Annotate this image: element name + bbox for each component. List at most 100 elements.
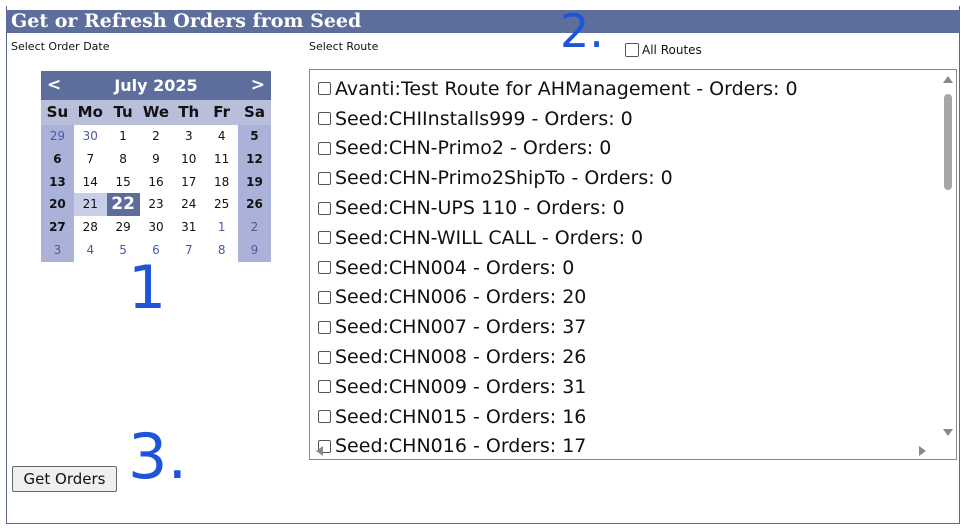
scroll-thumb[interactable] [944,94,952,190]
scroll-down-arrow-icon[interactable] [943,429,953,436]
route-list-item[interactable]: Avanti:Test Route for AHManagement - Ord… [318,74,933,104]
route-checkbox[interactable] [318,320,331,334]
route-label: Seed:CHN007 - Orders: 37 [335,316,587,339]
route-list-item[interactable]: Seed:CHN009 - Orders: 31 [318,372,933,402]
calendar-day[interactable]: 30 [74,125,107,148]
calendar-day[interactable]: 9 [140,148,173,171]
calendar-day[interactable]: 8 [107,148,140,171]
calendar-header: < July 2025 > [41,71,271,100]
route-label: Seed:CHN-WILL CALL - Orders: 0 [335,226,644,249]
calendar-day[interactable]: 26 [238,193,271,217]
route-list-item[interactable]: Seed:CHN-Primo2ShipTo - Orders: 0 [318,163,933,193]
annotation-1: 1 [128,253,167,323]
annotation-3: 3. [128,420,188,493]
calendar-day[interactable]: 24 [172,193,205,216]
calendar-day[interactable]: 21 [73,193,107,217]
route-list-vertical-scrollbar[interactable] [939,70,956,442]
route-label: Avanti:Test Route for AHManagement - Ord… [335,77,798,100]
scroll-up-arrow-icon[interactable] [943,76,953,83]
calendar-week-row: 27 28 29 30 31 1 2 [41,216,271,239]
calendar-day[interactable]: 18 [205,171,238,194]
calendar-day[interactable]: 7 [172,239,205,262]
calendar-day[interactable]: 25 [205,193,238,216]
calendar-day[interactable]: 4 [205,125,238,148]
calendar-day[interactable]: 10 [172,148,205,171]
route-checkbox[interactable] [318,171,331,185]
route-label: Seed:CHN-Primo2ShipTo - Orders: 0 [335,167,673,190]
calendar-day[interactable]: 23 [140,193,173,216]
calendar-day-selected[interactable]: 22 [106,193,140,217]
calendar-day[interactable]: 15 [107,171,140,194]
calendar-day[interactable]: 9 [238,238,271,262]
route-label: Seed:CHN015 - Orders: 16 [335,405,587,428]
route-list-item[interactable]: Seed:CHN-Primo2 - Orders: 0 [318,134,933,164]
calendar-day[interactable]: 2 [238,216,271,239]
route-checkbox[interactable] [318,231,331,245]
calendar-day[interactable]: 6 [41,147,74,171]
route-list-item[interactable]: Seed:CHN007 - Orders: 37 [318,312,933,342]
route-checkbox[interactable] [318,82,331,96]
route-label: Seed:CHN-Primo2 - Orders: 0 [335,137,612,160]
scroll-right-arrow-icon[interactable] [919,446,926,456]
route-label: Seed:CHN008 - Orders: 26 [335,346,587,369]
calendar-day[interactable]: 30 [140,216,173,239]
calendar-day[interactable]: 27 [41,216,74,239]
calendar-day[interactable]: 16 [140,171,173,194]
route-list-item[interactable]: Seed:CHN004 - Orders: 0 [318,253,933,283]
route-checkbox[interactable] [318,141,331,155]
calendar-day[interactable]: 12 [238,147,271,171]
calendar-day[interactable]: 28 [74,216,107,239]
calendar-day[interactable]: 14 [74,171,107,194]
all-routes-toggle[interactable]: All Routes [625,43,702,57]
route-list-item[interactable]: Seed:CHN-WILL CALL - Orders: 0 [318,223,933,253]
route-checkbox[interactable] [318,350,331,364]
calendar-day[interactable]: 3 [41,238,74,262]
calendar-month-title: July 2025 [114,76,198,95]
calendar-day[interactable]: 4 [74,239,107,262]
calendar-day[interactable]: 19 [238,170,271,194]
calendar-day[interactable]: 29 [107,216,140,239]
route-checkbox[interactable] [318,261,331,275]
weekday-header: Sa [244,103,265,121]
calendar-week-row: 13 14 15 16 17 18 19 [41,170,271,194]
calendar-day[interactable]: 11 [205,148,238,171]
route-label: Seed:CHN006 - Orders: 20 [335,286,587,309]
weekday-header: Tu [113,103,133,121]
calendar-day[interactable]: 7 [74,148,107,171]
route-listbox[interactable]: Avanti:Test Route for AHManagement - Ord… [309,69,957,460]
calendar-day[interactable]: 20 [41,193,74,217]
route-list-item[interactable]: Seed:CHN-UPS 110 - Orders: 0 [318,193,933,223]
calendar-day[interactable]: 1 [205,216,238,239]
route-list-item[interactable]: Seed:CHN015 - Orders: 16 [318,402,933,432]
scroll-left-arrow-icon[interactable] [316,446,323,456]
calendar-day[interactable]: 1 [107,125,140,148]
route-list-item[interactable]: Seed:CHN008 - Orders: 26 [318,342,933,372]
annotation-2: 2. [560,4,604,58]
get-orders-button[interactable]: Get Orders [12,466,117,492]
route-list-horizontal-scrollbar[interactable] [310,442,956,459]
all-routes-checkbox[interactable] [625,43,639,57]
route-list-item[interactable]: Seed:CHIInstalls999 - Orders: 0 [318,104,933,134]
page-title: Get or Refresh Orders from Seed [6,10,960,33]
calendar-day[interactable]: 29 [41,125,74,148]
calendar-day[interactable]: 3 [172,125,205,148]
route-checkbox[interactable] [318,380,331,394]
calendar-day[interactable]: 13 [41,170,74,194]
calendar-day[interactable]: 2 [140,125,173,148]
route-checkbox[interactable] [318,112,331,126]
calendar-week-row: 20 21 22 23 24 25 26 [41,193,271,217]
calendar-day[interactable]: 31 [172,216,205,239]
calendar-day[interactable]: 17 [172,171,205,194]
next-month-button[interactable]: > [251,75,265,95]
weekday-header: Fr [213,103,230,121]
route-list: Avanti:Test Route for AHManagement - Ord… [318,74,933,459]
route-checkbox[interactable] [318,410,331,424]
route-label: Seed:CHN009 - Orders: 31 [335,375,587,398]
route-label: Seed:CHIInstalls999 - Orders: 0 [335,107,633,130]
route-checkbox[interactable] [318,201,331,215]
route-checkbox[interactable] [318,290,331,304]
route-list-item[interactable]: Seed:CHN006 - Orders: 20 [318,283,933,313]
calendar-day[interactable]: 5 [238,125,271,148]
calendar-day[interactable]: 8 [205,239,238,262]
calendar-week-row: 6 7 8 9 10 11 12 [41,147,271,171]
